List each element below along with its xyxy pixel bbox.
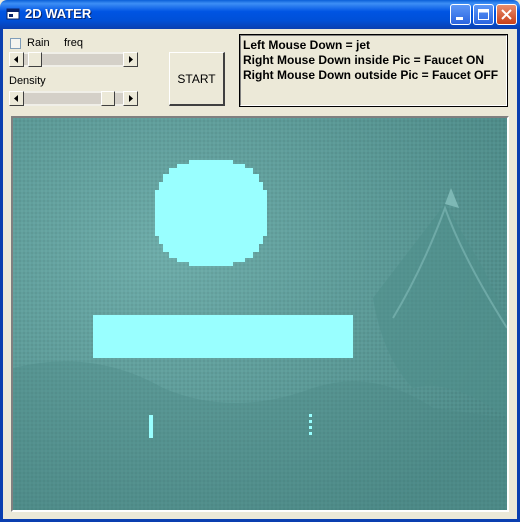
density-scrollbar[interactable]	[9, 91, 138, 106]
freq-label: freq	[64, 37, 83, 49]
freq-scrollbar[interactable]	[9, 52, 138, 67]
rain-checkbox[interactable]	[10, 38, 21, 49]
density-label: Density	[9, 75, 46, 87]
close-button[interactable]	[496, 4, 517, 25]
arrow-left-icon	[14, 56, 18, 63]
density-scroll-thumb[interactable]	[100, 91, 115, 106]
water-canvas	[13, 118, 507, 510]
instruction-line: Right Mouse Down inside Pic = Faucet ON	[243, 53, 485, 67]
density-scroll-left-button[interactable]	[9, 91, 24, 106]
instruction-line: Right Mouse Down outside Pic = Faucet OF…	[243, 68, 499, 82]
window-frame-left	[0, 29, 3, 522]
instruction-line: Left Mouse Down = jet	[243, 38, 371, 52]
title-bar[interactable]: 2D WATER	[0, 0, 520, 29]
arrow-right-icon	[129, 56, 133, 63]
freq-scroll-right-button[interactable]	[123, 52, 138, 67]
bar-obstacle	[93, 315, 353, 358]
app-icon	[6, 8, 20, 20]
close-icon	[501, 9, 512, 20]
density-scroll-right-button[interactable]	[123, 91, 138, 106]
maximize-button[interactable]	[473, 4, 494, 25]
instructions-box: Left Mouse Down = jet Right Mouse Down i…	[239, 34, 508, 107]
circle-obstacle	[155, 160, 267, 266]
minimize-icon	[456, 17, 463, 20]
freq-scroll-left-button[interactable]	[9, 52, 24, 67]
arrow-left-icon	[14, 95, 18, 102]
start-button[interactable]: START	[169, 52, 225, 106]
jet-marker-left	[149, 415, 153, 438]
arrow-right-icon	[129, 95, 133, 102]
freq-scroll-thumb[interactable]	[28, 52, 43, 67]
window-title: 2D WATER	[25, 6, 92, 21]
water-picture[interactable]	[13, 118, 507, 510]
maximize-icon	[478, 9, 489, 20]
rain-label: Rain	[27, 37, 50, 49]
minimize-button[interactable]	[450, 4, 471, 25]
